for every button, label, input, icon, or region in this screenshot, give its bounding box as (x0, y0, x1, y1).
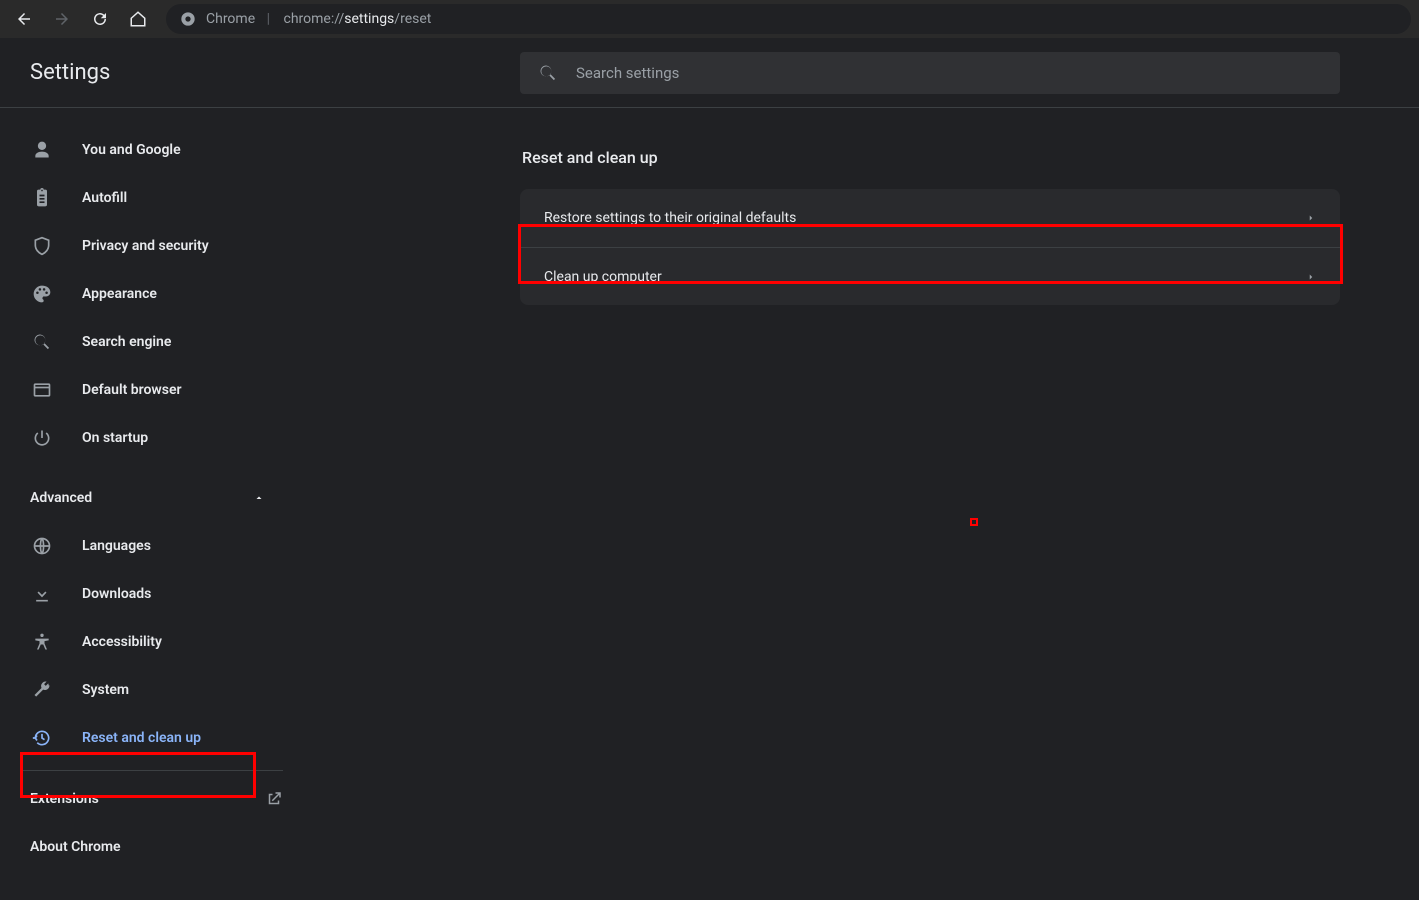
advanced-label: Advanced (30, 490, 92, 506)
sidebar-item-label: Search engine (82, 334, 171, 350)
sidebar-item-appearance[interactable]: Appearance (0, 270, 305, 318)
history-icon (30, 726, 54, 750)
page-title: Settings (0, 60, 520, 85)
download-icon (30, 582, 54, 606)
sidebar-item-label: Extensions (30, 791, 99, 807)
sidebar-item-downloads[interactable]: Downloads (0, 570, 305, 618)
sidebar-item-label: Accessibility (82, 634, 162, 650)
settings-header: Settings Search settings (0, 38, 1419, 108)
sidebar-item-label: Downloads (82, 586, 151, 602)
home-button[interactable] (122, 3, 154, 35)
sidebar-item-languages[interactable]: Languages (0, 522, 305, 570)
chrome-logo-icon (180, 11, 196, 27)
sidebar-item-about[interactable]: About Chrome (0, 823, 305, 871)
url-path: chrome://settings/reset (284, 11, 432, 27)
sidebar-item-label: Reset and clean up (82, 730, 201, 746)
sidebar-item-label: You and Google (82, 142, 181, 158)
sidebar-item-label: Privacy and security (82, 238, 209, 254)
sidebar-item-accessibility[interactable]: Accessibility (0, 618, 305, 666)
sidebar-item-label: Default browser (82, 382, 182, 398)
address-bar[interactable]: Chrome | chrome://settings/reset (166, 4, 1411, 34)
sidebar-item-you-and-google[interactable]: You and Google (0, 126, 305, 174)
sidebar-item-extensions[interactable]: Extensions (0, 775, 305, 823)
palette-icon (30, 282, 54, 306)
back-button[interactable] (8, 3, 40, 35)
sidebar-item-label: Appearance (82, 286, 157, 302)
sidebar-item-search-engine[interactable]: Search engine (0, 318, 305, 366)
globe-icon (30, 534, 54, 558)
search-settings-input[interactable]: Search settings (520, 52, 1340, 94)
sidebar-item-label: About Chrome (30, 839, 121, 855)
sidebar-item-label: Autofill (82, 190, 127, 206)
row-label: Clean up computer (544, 269, 662, 285)
divider (22, 770, 283, 771)
main-content: Reset and clean up Restore settings to t… (520, 148, 1340, 305)
arrow-left-icon (15, 10, 33, 28)
chevron-right-icon (1306, 213, 1316, 223)
power-icon (30, 426, 54, 450)
chevron-right-icon (1306, 272, 1316, 282)
wrench-icon (30, 678, 54, 702)
reload-icon (91, 10, 109, 28)
row-restore-defaults[interactable]: Restore settings to their original defau… (520, 189, 1340, 247)
row-label: Restore settings to their original defau… (544, 210, 796, 226)
sidebar-item-label: System (82, 682, 129, 698)
open-new-icon (265, 790, 283, 808)
arrow-right-icon (53, 10, 71, 28)
url-origin: Chrome | (206, 11, 274, 27)
reload-button[interactable] (84, 3, 116, 35)
sidebar-item-on-startup[interactable]: On startup (0, 414, 305, 462)
sidebar-item-privacy[interactable]: Privacy and security (0, 222, 305, 270)
sidebar-item-label: Languages (82, 538, 151, 554)
chevron-up-icon (253, 492, 265, 504)
sidebar-item-label: On startup (82, 430, 148, 446)
home-icon (129, 10, 147, 28)
advanced-toggle[interactable]: Advanced (0, 474, 305, 522)
sidebar: You and Google Autofill Privacy and secu… (0, 108, 305, 871)
search-icon (30, 330, 54, 354)
search-icon (538, 63, 558, 83)
sidebar-item-default-browser[interactable]: Default browser (0, 366, 305, 414)
person-icon (30, 138, 54, 162)
forward-button[interactable] (46, 3, 78, 35)
accessibility-icon (30, 630, 54, 654)
clipboard-icon (30, 186, 54, 210)
shield-icon (30, 234, 54, 258)
sidebar-item-system[interactable]: System (0, 666, 305, 714)
highlight-dot (970, 518, 978, 526)
settings-card: Restore settings to their original defau… (520, 189, 1340, 305)
row-clean-up-computer[interactable]: Clean up computer (520, 247, 1340, 305)
browser-toolbar: Chrome | chrome://settings/reset (0, 0, 1419, 38)
sidebar-item-autofill[interactable]: Autofill (0, 174, 305, 222)
search-placeholder: Search settings (576, 64, 679, 82)
section-title: Reset and clean up (522, 148, 1340, 167)
sidebar-item-reset[interactable]: Reset and clean up (0, 714, 305, 762)
browser-icon (30, 378, 54, 402)
